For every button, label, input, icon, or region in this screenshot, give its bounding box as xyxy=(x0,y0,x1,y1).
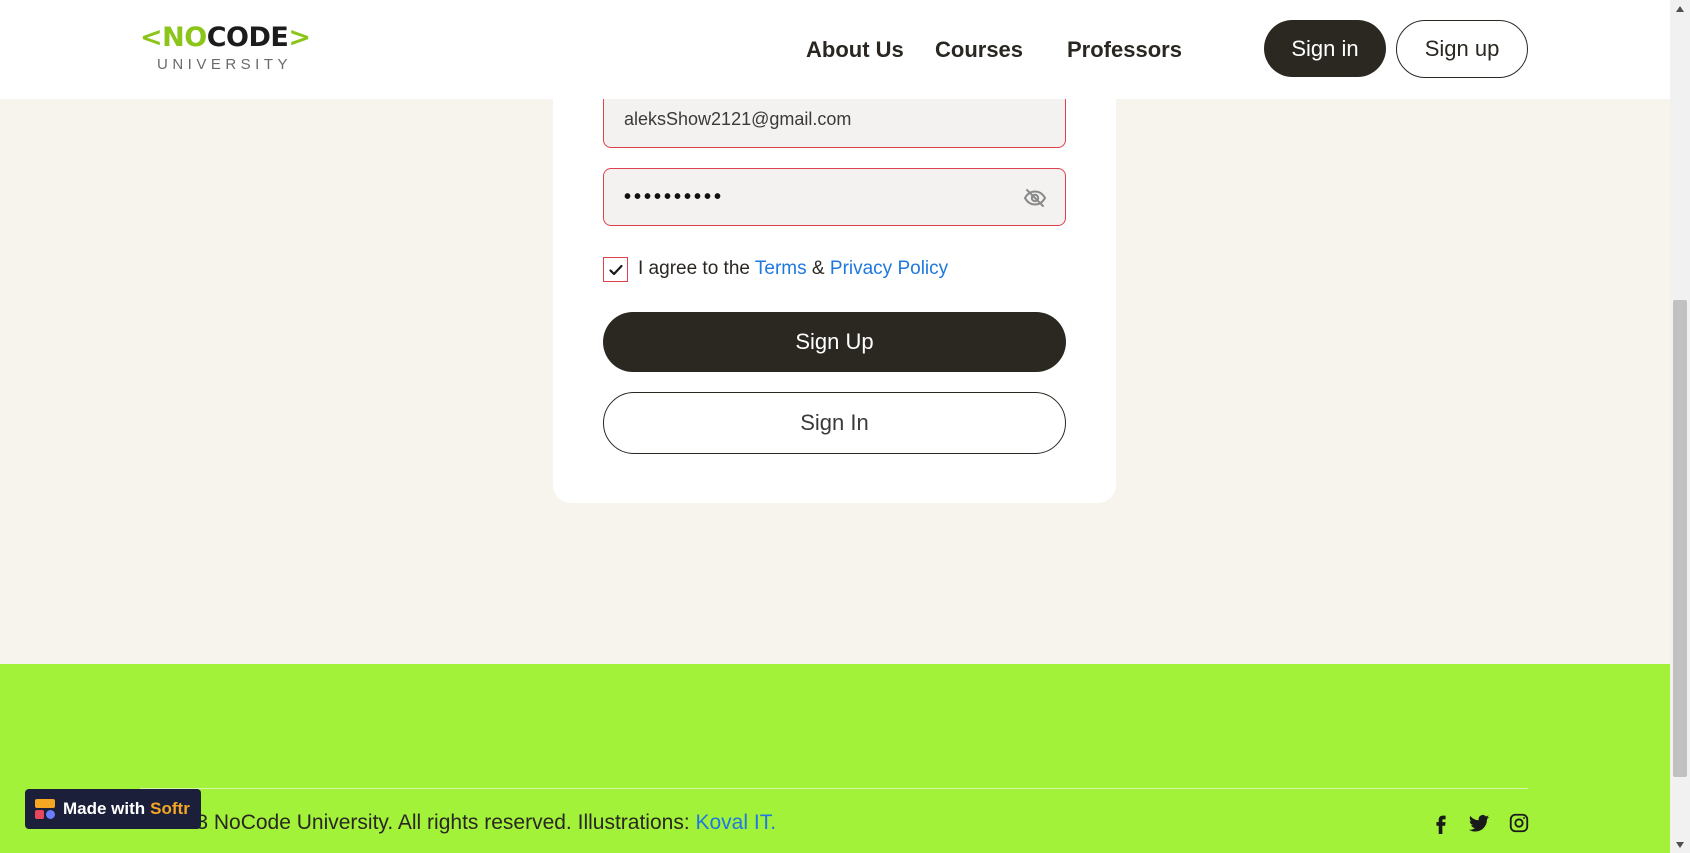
made-with-label: Made with xyxy=(63,799,146,818)
scroll-down-arrow-icon[interactable] xyxy=(1670,836,1690,853)
facebook-icon[interactable] xyxy=(1430,812,1452,834)
vertical-scrollbar[interactable] xyxy=(1670,0,1690,853)
agree-label: I agree to the Terms & Privacy Policy xyxy=(638,256,948,282)
made-with-softr-badge[interactable]: Made with Softr xyxy=(25,789,201,829)
sign-in-button[interactable]: Sign In xyxy=(603,392,1066,454)
agree-amp: & xyxy=(811,258,825,279)
checkmark-icon xyxy=(608,264,623,275)
logo-subtitle: UNIVERSITY xyxy=(156,56,292,73)
nav-courses[interactable]: Courses xyxy=(935,36,1023,64)
instagram-icon[interactable] xyxy=(1508,812,1530,834)
eye-off-icon[interactable] xyxy=(1023,186,1047,210)
agree-prefix: I agree to the xyxy=(638,258,750,279)
footer: © 2023 NoCode University. All rights res… xyxy=(0,664,1670,853)
nav-about-us[interactable]: About Us xyxy=(806,36,904,64)
copyright-label: © 2023 NoCode University. All rights res… xyxy=(140,811,690,834)
twitter-icon[interactable] xyxy=(1468,812,1490,834)
scrollbar-thumb[interactable] xyxy=(1673,300,1687,777)
copyright-text: © 2023 NoCode University. All rights res… xyxy=(140,810,776,836)
koval-it-link[interactable]: Koval IT. xyxy=(696,811,777,834)
scroll-up-arrow-icon[interactable] xyxy=(1670,0,1690,17)
privacy-policy-link[interactable]: Privacy Policy xyxy=(830,258,948,279)
header-sign-up-button[interactable]: Sign up xyxy=(1396,20,1528,78)
header-sign-in-button[interactable]: Sign in xyxy=(1264,20,1386,77)
softr-logo-icon xyxy=(35,799,55,819)
password-field[interactable]: •••••••••• xyxy=(603,168,1066,226)
email-value: aleksShow2121@gmail.com xyxy=(624,108,852,129)
softr-brand-label: Softr xyxy=(150,799,190,818)
top-navigation-bar: <NOCODE> UNIVERSITY About Us Courses Pro… xyxy=(0,0,1670,99)
terms-link[interactable]: Terms xyxy=(755,258,807,279)
logo-wordmark: <NOCODE> xyxy=(140,22,311,53)
sign-up-button[interactable]: Sign Up xyxy=(603,312,1066,372)
footer-divider xyxy=(140,788,1528,789)
nocode-university-logo[interactable]: <NOCODE> UNIVERSITY xyxy=(140,22,311,74)
password-value: •••••••••• xyxy=(624,185,725,208)
agree-checkbox[interactable] xyxy=(603,257,628,282)
nav-professors[interactable]: Professors xyxy=(1067,36,1182,64)
